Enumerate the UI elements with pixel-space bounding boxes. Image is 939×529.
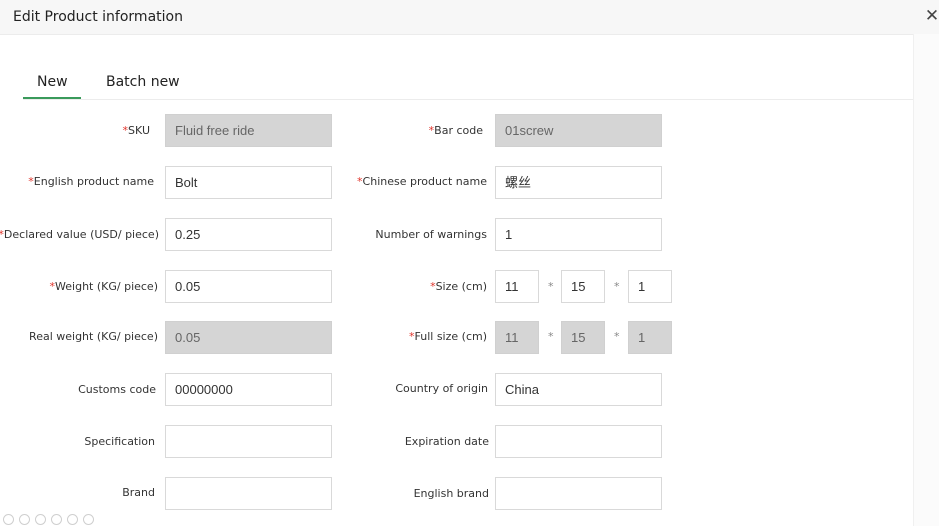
copy-icon[interactable] [51, 514, 62, 525]
tabs-divider [23, 99, 913, 100]
tab-batch-new[interactable]: Batch new [106, 74, 180, 90]
full-size-height-input[interactable]: 1 [628, 321, 672, 354]
weight-label: *Weight (KG/ piece) [49, 280, 158, 293]
close-icon[interactable]: ✕ [924, 6, 939, 26]
weight-input[interactable]: 0.05 [165, 270, 332, 303]
real-weight-label: Real weight (KG/ piece) [29, 330, 158, 343]
bar-code-label: *Bar code [428, 124, 483, 137]
expiration-date-input[interactable] [495, 425, 662, 458]
english-product-name-label: *English product name [28, 175, 154, 188]
times-sign: * [548, 330, 554, 343]
tab-new[interactable]: New [37, 74, 68, 90]
full-size-width-input[interactable]: 15 [561, 321, 605, 354]
english-product-name-input[interactable]: Bolt [165, 166, 332, 199]
declared-value-label: *Declared value (USD/ piece) [0, 228, 159, 241]
full-size-length-input[interactable]: 11 [495, 321, 539, 354]
times-sign: * [614, 280, 620, 293]
english-brand-label: English brand [413, 487, 489, 500]
edit-icon[interactable] [35, 514, 46, 525]
number-of-warnings-input[interactable]: 1 [495, 218, 662, 251]
chinese-product-name-label: *Chinese product name [357, 175, 487, 188]
country-of-origin-input[interactable]: China [495, 373, 662, 406]
tab-active-indicator [23, 97, 81, 99]
brand-label: Brand [122, 486, 155, 499]
declared-value-input[interactable]: 0.25 [165, 218, 332, 251]
times-sign: * [548, 280, 554, 293]
times-sign: * [614, 330, 620, 343]
size-height-input[interactable]: 1 [628, 270, 672, 303]
dialog-title: Edit Product information [13, 9, 183, 25]
toolbar-icons [3, 510, 99, 525]
customs-code-input[interactable]: 00000000 [165, 373, 332, 406]
specification-label: Specification [84, 435, 155, 448]
size-label: *Size (cm) [430, 280, 487, 293]
more-icon[interactable] [83, 514, 94, 525]
number-of-warnings-label: Number of warnings [375, 228, 487, 241]
sku-input[interactable]: Fluid free ride [165, 114, 332, 147]
chinese-product-name-input[interactable]: 螺丝 [495, 166, 662, 199]
size-length-input[interactable]: 11 [495, 270, 539, 303]
specification-input[interactable] [165, 425, 332, 458]
customs-code-label: Customs code [78, 383, 156, 396]
forward-icon[interactable] [19, 514, 30, 525]
brand-input[interactable] [165, 477, 332, 510]
dialog-header: Edit Product information [0, 0, 939, 35]
bar-code-input[interactable]: 01screw [495, 114, 662, 147]
real-weight-input[interactable]: 0.05 [165, 321, 332, 354]
size-width-input[interactable]: 15 [561, 270, 605, 303]
zoom-icon[interactable] [67, 514, 78, 525]
expiration-date-label: Expiration date [404, 435, 489, 448]
scrollbar-track[interactable] [913, 34, 939, 526]
back-icon[interactable] [3, 514, 14, 525]
full-size-label: *Full size (cm) [409, 330, 487, 343]
country-of-origin-label: Country of origin [395, 382, 488, 395]
english-brand-input[interactable] [495, 477, 662, 510]
sku-label: *SKU [122, 124, 150, 137]
